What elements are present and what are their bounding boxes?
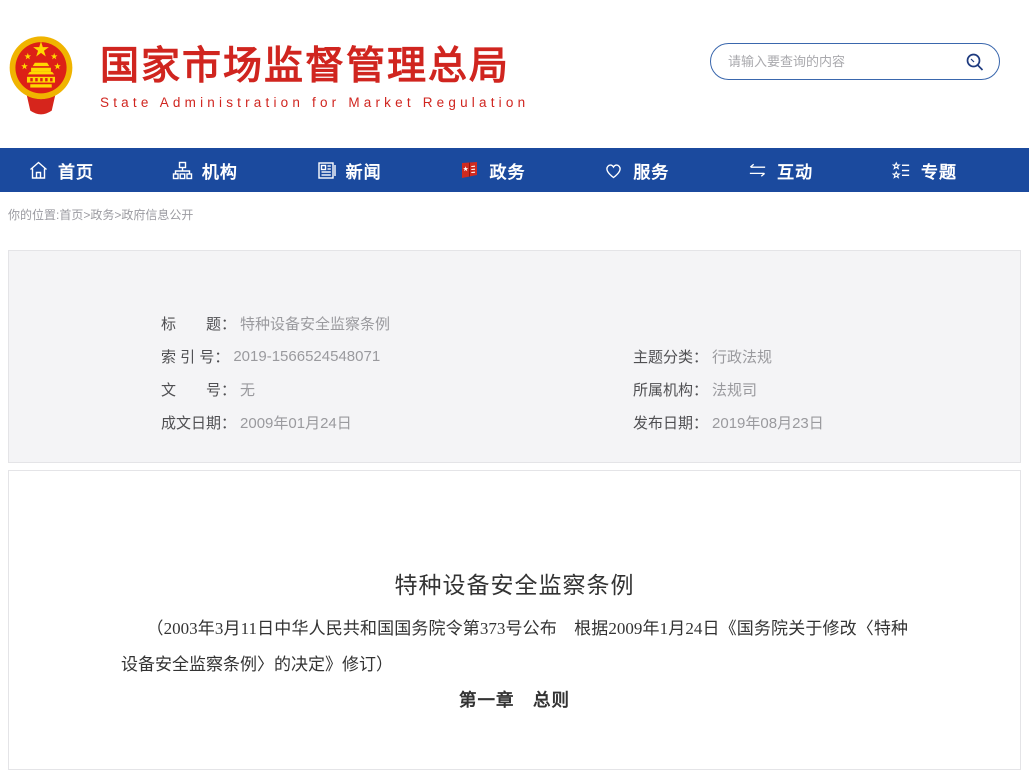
document-title: 特种设备安全监察条例 xyxy=(9,571,1020,601)
meta-row-title: 标 题： 特种设备安全监察条例 xyxy=(9,307,633,340)
nav-item-org[interactable]: 机构 xyxy=(172,158,238,183)
search-button[interactable] xyxy=(959,50,999,74)
meta-label: 成文日期： xyxy=(161,412,236,433)
breadcrumb: 你的位置:首页>政务>政府信息公开 xyxy=(0,192,1029,250)
meta-label: 主题分类： xyxy=(633,346,708,367)
nav-item-interact[interactable]: 互动 xyxy=(747,158,813,183)
nav-item-home[interactable]: 首页 xyxy=(28,158,94,183)
document-meta-panel: 标 题： 特种设备安全监察条例 索 引 号： 2019-156652454807… xyxy=(8,250,1021,463)
meta-value: 法规司 xyxy=(712,379,757,400)
site-subtitle: State Administration for Market Regulati… xyxy=(100,95,529,110)
nav-item-topics[interactable]: 专题 xyxy=(891,158,957,183)
meta-value: 2009年01月24日 xyxy=(240,412,352,433)
chapter-heading: 第一章 总则 xyxy=(9,687,1020,712)
national-emblem-icon xyxy=(8,28,74,124)
org-chart-icon xyxy=(172,160,193,181)
search-icon xyxy=(963,50,987,74)
meta-row-docnumber: 文 号： 无 xyxy=(9,373,633,406)
site-title: 国家市场监督管理总局 xyxy=(100,45,529,89)
meta-row-publish-date: 发布日期： 2019年08月23日 xyxy=(633,406,1020,439)
newspaper-icon xyxy=(316,160,337,181)
nav-item-service[interactable]: 服务 xyxy=(603,158,669,183)
search-box xyxy=(710,43,1000,80)
nav-item-news[interactable]: 新闻 xyxy=(316,158,382,183)
document-intro: （2003年3月11日中华人民共和国国务院令第373号公布 根据2009年1月2… xyxy=(9,611,1020,683)
breadcrumb-link-gov[interactable]: 政务 xyxy=(90,208,114,222)
main-nav: 首页 机构 新闻 xyxy=(0,148,1029,192)
meta-row-index: 索 引 号： 2019-1566524548071 xyxy=(9,340,633,373)
heart-icon xyxy=(603,160,624,181)
meta-label: 所属机构： xyxy=(633,379,708,400)
meta-label: 索 引 号： xyxy=(161,346,229,367)
meta-value: 无 xyxy=(240,379,255,400)
meta-label: 发布日期： xyxy=(633,412,708,433)
search-input[interactable] xyxy=(728,54,959,69)
site-header: 国家市场监督管理总局 State Administration for Mark… xyxy=(0,0,1029,148)
document-content: 特种设备安全监察条例 （2003年3月11日中华人民共和国国务院令第373号公布… xyxy=(8,470,1021,770)
meta-label: 标 题： xyxy=(161,313,236,334)
meta-value: 2019年08月23日 xyxy=(712,412,824,433)
exchange-arrows-icon xyxy=(747,160,768,181)
nav-item-gov[interactable]: 政务 xyxy=(459,158,525,183)
star-list-icon xyxy=(891,160,912,181)
site-logo-link[interactable]: 国家市场监督管理总局 State Administration for Mark… xyxy=(8,24,529,124)
meta-value: 特种设备安全监察条例 xyxy=(240,313,390,334)
meta-row-written-date: 成文日期： 2009年01月24日 xyxy=(9,406,633,439)
meta-value: 行政法规 xyxy=(712,346,772,367)
meta-label: 文 号： xyxy=(161,379,236,400)
breadcrumb-prefix: 你的位置: xyxy=(8,208,59,222)
gov-flag-icon xyxy=(459,160,480,181)
meta-value: 2019-1566524548071 xyxy=(233,348,380,365)
home-icon xyxy=(28,160,49,181)
meta-row-institution: 所属机构： 法规司 xyxy=(633,373,1020,406)
breadcrumb-link-info[interactable]: 政府信息公开 xyxy=(121,208,193,222)
breadcrumb-link-home[interactable]: 首页 xyxy=(59,208,83,222)
meta-row-category: 主题分类： 行政法规 xyxy=(633,340,1020,373)
